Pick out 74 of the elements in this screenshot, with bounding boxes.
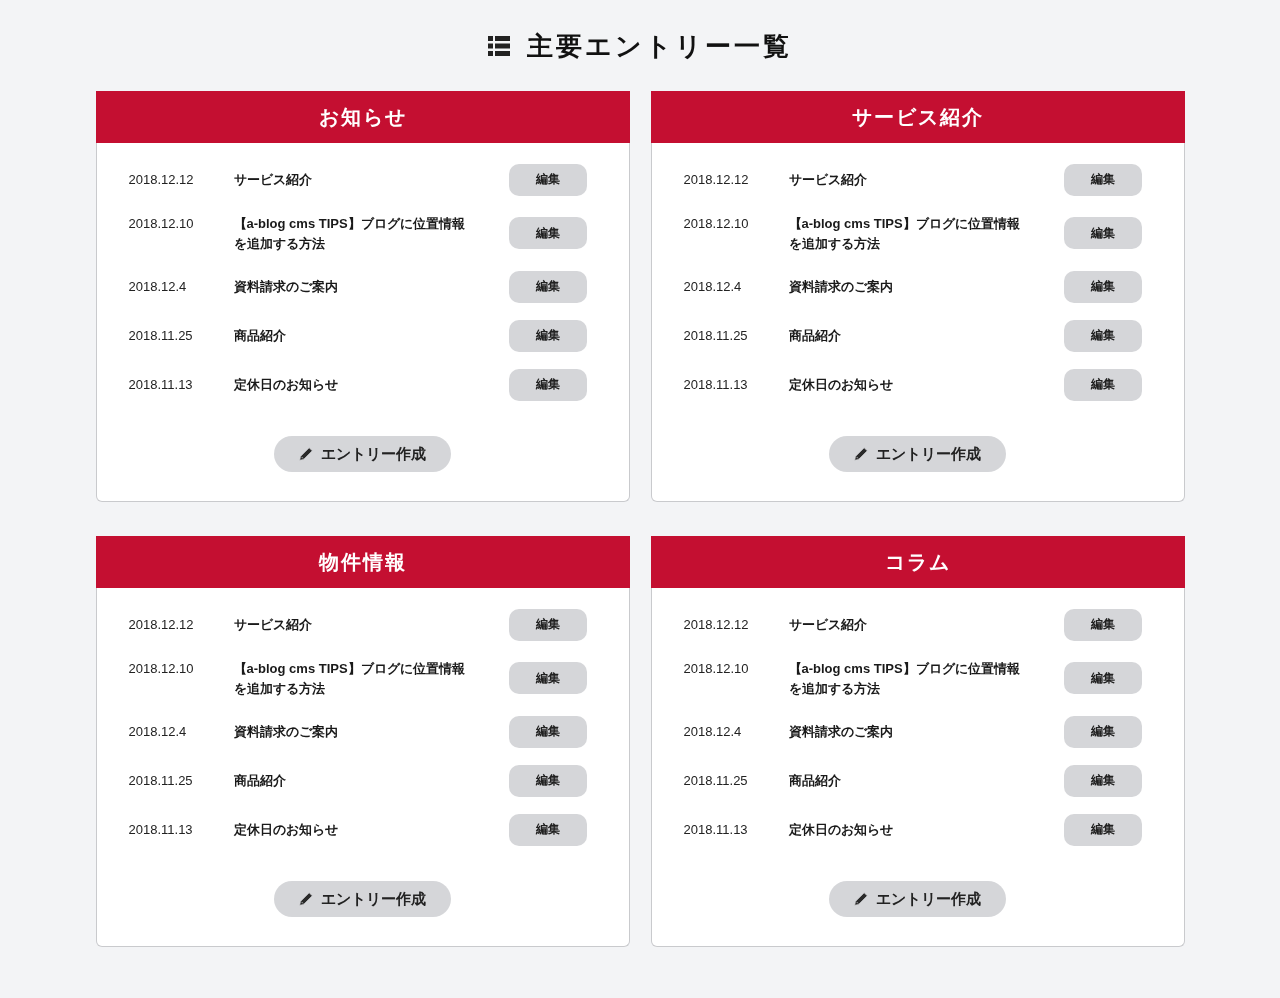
entry-date: 2018.11.25 bbox=[683, 327, 749, 345]
entry-date: 2018.12.12 bbox=[683, 616, 750, 634]
entry-date: 2018.12.10 bbox=[128, 659, 195, 678]
entry-date: 2018.12.4 bbox=[683, 723, 743, 741]
entry-title: 商品紹介 bbox=[788, 327, 842, 345]
entry-title: 定休日のお知らせ bbox=[788, 821, 894, 839]
entry-date: 2018.11.25 bbox=[128, 772, 194, 790]
entry-date: 2018.12.10 bbox=[683, 214, 750, 233]
edit-button[interactable]: 編集 bbox=[1063, 715, 1142, 748]
entry-date: 2018.11.13 bbox=[128, 376, 194, 394]
entry-date: 2018.11.13 bbox=[683, 376, 749, 394]
panel-header: 物件情報 bbox=[95, 536, 630, 588]
entry-title: サービス紹介 bbox=[233, 171, 313, 189]
edit-button[interactable]: 編集 bbox=[508, 270, 587, 303]
create-entry-button[interactable]: エントリー作成 bbox=[829, 436, 1006, 472]
entry-date: 2018.12.4 bbox=[683, 278, 743, 296]
edit-button[interactable]: 編集 bbox=[1063, 662, 1142, 694]
entry-title: 定休日のお知らせ bbox=[233, 821, 339, 839]
edit-button[interactable]: 編集 bbox=[508, 608, 587, 641]
entry-date: 2018.11.13 bbox=[683, 821, 749, 839]
entry-date: 2018.12.12 bbox=[128, 171, 195, 189]
entry-date: 2018.11.13 bbox=[128, 821, 194, 839]
entry-title: 【a-blog cms TIPS】ブログに位置情報を追加する方法 bbox=[788, 214, 1021, 253]
pencil-icon bbox=[299, 892, 313, 906]
panel-header: お知らせ bbox=[95, 91, 630, 143]
entry-title: 定休日のお知らせ bbox=[233, 376, 339, 394]
edit-button[interactable]: 編集 bbox=[508, 217, 587, 249]
entry-title: 【a-blog cms TIPS】ブログに位置情報を追加する方法 bbox=[788, 659, 1021, 698]
edit-button[interactable]: 編集 bbox=[1063, 813, 1142, 846]
edit-button[interactable]: 編集 bbox=[1063, 608, 1142, 641]
entry-title: 商品紹介 bbox=[233, 772, 287, 790]
create-entry-button[interactable]: エントリー作成 bbox=[274, 436, 451, 472]
entry-date: 2018.12.10 bbox=[683, 659, 750, 678]
edit-button[interactable]: 編集 bbox=[508, 764, 587, 797]
entry-title: 資料請求のご案内 bbox=[788, 723, 894, 741]
entry-title: サービス紹介 bbox=[788, 171, 868, 189]
entry-title: 商品紹介 bbox=[233, 327, 287, 345]
list-icon bbox=[488, 36, 510, 56]
edit-button[interactable]: 編集 bbox=[1063, 163, 1142, 196]
edit-button[interactable]: 編集 bbox=[508, 662, 587, 694]
edit-button[interactable]: 編集 bbox=[1063, 217, 1142, 249]
entry-title: 資料請求のご案内 bbox=[788, 278, 894, 296]
edit-button[interactable]: 編集 bbox=[1063, 764, 1142, 797]
panel-header: コラム bbox=[650, 536, 1185, 588]
edit-button[interactable]: 編集 bbox=[508, 163, 587, 196]
edit-button[interactable]: 編集 bbox=[1063, 319, 1142, 352]
entry-date: 2018.12.10 bbox=[128, 214, 195, 233]
create-entry-button[interactable]: エントリー作成 bbox=[274, 881, 451, 917]
entry-title: サービス紹介 bbox=[233, 616, 313, 634]
edit-button[interactable]: 編集 bbox=[508, 813, 587, 846]
edit-button[interactable]: 編集 bbox=[1063, 270, 1142, 303]
entry-title: サービス紹介 bbox=[788, 616, 868, 634]
create-entry-button[interactable]: エントリー作成 bbox=[829, 881, 1006, 917]
entry-date: 2018.11.25 bbox=[683, 772, 749, 790]
entry-date: 2018.12.4 bbox=[128, 723, 188, 741]
entry-date: 2018.12.12 bbox=[128, 616, 195, 634]
edit-button[interactable]: 編集 bbox=[508, 715, 587, 748]
entry-title: 【a-blog cms TIPS】ブログに位置情報を追加する方法 bbox=[233, 214, 466, 253]
entry-title: 【a-blog cms TIPS】ブログに位置情報を追加する方法 bbox=[233, 659, 466, 698]
pencil-icon bbox=[854, 892, 868, 906]
entry-title: 商品紹介 bbox=[788, 772, 842, 790]
entry-title: 定休日のお知らせ bbox=[788, 376, 894, 394]
edit-button[interactable]: 編集 bbox=[508, 368, 587, 401]
entry-title: 資料請求のご案内 bbox=[233, 723, 339, 741]
pencil-icon bbox=[854, 447, 868, 461]
edit-button[interactable]: 編集 bbox=[508, 319, 587, 352]
edit-button[interactable]: 編集 bbox=[1063, 368, 1142, 401]
page-title: 主要エントリー一覧 bbox=[527, 30, 792, 63]
entry-date: 2018.11.25 bbox=[128, 327, 194, 345]
entry-title: 資料請求のご案内 bbox=[233, 278, 339, 296]
pencil-icon bbox=[299, 447, 313, 461]
entry-date: 2018.12.4 bbox=[128, 278, 188, 296]
panel-header: サービス紹介 bbox=[650, 91, 1185, 143]
entry-date: 2018.12.12 bbox=[683, 171, 750, 189]
